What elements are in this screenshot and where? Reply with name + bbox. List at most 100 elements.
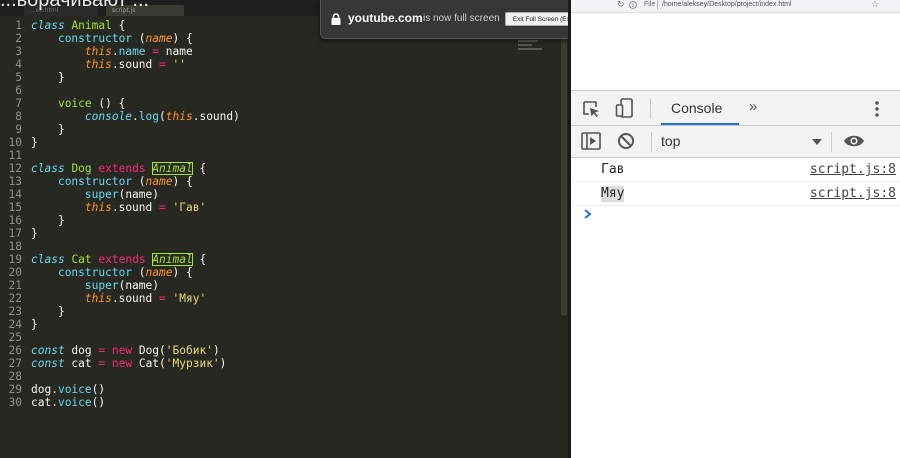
execution-context-select[interactable]: top xyxy=(657,130,823,152)
address-bar[interactable]: ↻ File /home/aleksey/Desktop/project/ind… xyxy=(571,0,900,13)
tab-console[interactable]: Console xyxy=(661,91,739,125)
code-line[interactable]: 9 } xyxy=(0,123,560,136)
more-tabs-chevron-icon[interactable]: » xyxy=(749,98,758,116)
code-line-text: } xyxy=(31,136,38,149)
code-line[interactable]: 22 this.sound = 'Мяу' xyxy=(0,292,560,305)
code-line[interactable]: 11 xyxy=(0,149,560,162)
code-token: name xyxy=(145,175,173,188)
code-token: class xyxy=(31,19,65,32)
line-number: 8 xyxy=(15,110,22,123)
code-line[interactable]: 21 super(name) xyxy=(0,279,560,292)
video-title-overlay: ...ворачивают ... xyxy=(0,0,150,11)
code-line[interactable]: 12 class Dog extends Animal { xyxy=(0,162,560,175)
url-path[interactable]: /home/aleksey/Desktop/project/index.html xyxy=(662,0,792,10)
code-line-text: this.sound = '' xyxy=(31,58,186,71)
more-options-icon[interactable] xyxy=(875,100,879,118)
code-line[interactable]: 24} xyxy=(0,318,560,331)
device-toolbar-icon[interactable] xyxy=(615,98,635,118)
console-message-text: Мяу xyxy=(601,186,625,202)
code-line[interactable]: 6 xyxy=(0,84,560,97)
toolbar-separator xyxy=(831,132,832,152)
line-number: 22 xyxy=(8,292,22,305)
code-line[interactable]: 27 const cat = new Cat('Мурзик') xyxy=(0,357,560,370)
code-token: (name) xyxy=(118,188,159,201)
code-line[interactable]: 13 constructor (name) { xyxy=(0,175,560,188)
code-line[interactable]: 19 class Cat extends Animal { xyxy=(0,253,560,266)
line-number: 30 xyxy=(8,396,22,409)
code-token: voice xyxy=(57,383,92,396)
code-token: this xyxy=(165,110,193,123)
code-token: cat xyxy=(64,357,99,370)
line-number: 19 xyxy=(8,253,22,266)
execution-context-value: top xyxy=(661,133,681,149)
code-token: ) { xyxy=(172,175,193,188)
code-line[interactable]: 29 dog.voice() xyxy=(0,383,560,396)
console-prompt-chevron-icon[interactable] xyxy=(583,208,593,220)
code-token: .sound xyxy=(111,201,159,214)
lock-icon xyxy=(331,13,341,25)
code-token: .sound) xyxy=(192,110,240,123)
code-line[interactable]: 25 xyxy=(0,331,560,344)
line-number: 5 xyxy=(15,71,22,84)
code-line[interactable]: 16 } xyxy=(0,214,560,227)
reload-icon[interactable]: ↻ xyxy=(617,0,625,10)
code-token: . xyxy=(132,110,139,123)
code-line[interactable]: 18 xyxy=(0,240,560,253)
line-number: 15 xyxy=(8,201,22,214)
code-token: constructor xyxy=(57,266,133,279)
code-token: Dog xyxy=(71,162,92,175)
minimap[interactable] xyxy=(518,40,548,60)
code-token: name xyxy=(159,45,193,58)
code-line-text: cat.voice() xyxy=(31,396,105,409)
code-line[interactable]: 10} xyxy=(0,136,560,149)
code-token: Animal xyxy=(71,19,112,32)
code-line-text: class Animal { xyxy=(31,19,125,32)
clear-console-icon[interactable] xyxy=(617,132,635,150)
console-message-source-link[interactable]: script.js:8 xyxy=(810,186,896,202)
line-number: 28 xyxy=(8,370,22,383)
code-line[interactable]: 4 this.sound = '' xyxy=(0,58,560,71)
fullscreen-domain: youtube.com xyxy=(348,11,423,25)
code-token: ( xyxy=(159,110,166,123)
console-message-source-link[interactable]: script.js:8 xyxy=(810,162,896,178)
page-viewport[interactable] xyxy=(571,13,900,90)
code-line[interactable]: 8 console.log(this.sound) xyxy=(0,110,560,123)
code-line-text: voice () { xyxy=(31,97,125,110)
code-line[interactable]: 28 xyxy=(0,370,560,383)
code-token: class xyxy=(31,253,65,266)
info-icon[interactable] xyxy=(629,1,637,9)
code-token: Animal xyxy=(152,162,193,175)
code-line[interactable]: 17} xyxy=(0,227,560,240)
code-line[interactable]: 14 super(name) xyxy=(0,188,560,201)
code-line[interactable]: 20 constructor (name) { xyxy=(0,266,560,279)
live-expression-eye-icon[interactable] xyxy=(843,133,865,149)
code-token: } xyxy=(31,214,65,227)
code-line[interactable]: 26 const dog = new Dog('Бобик') xyxy=(0,344,560,357)
code-line[interactable]: 15 this.sound = 'Гав' xyxy=(0,201,560,214)
line-number: 23 xyxy=(8,305,22,318)
inspect-element-icon[interactable] xyxy=(582,100,600,118)
code-line-text: class Dog extends Animal { xyxy=(31,162,206,175)
line-number: 6 xyxy=(15,84,22,97)
code-line[interactable]: 7 voice () { xyxy=(0,97,560,110)
code-token: log xyxy=(138,110,160,123)
code-line[interactable]: 23 } xyxy=(0,305,560,318)
code-token: new xyxy=(111,344,133,357)
bookmark-star-icon[interactable]: ☆ xyxy=(871,0,879,10)
code-token: voice xyxy=(57,396,92,409)
code-area[interactable]: 1 class Animal {2 constructor (name) {3 t… xyxy=(0,19,560,409)
code-editor[interactable]: ...ex.html script.js ...ворачивают ... 1… xyxy=(0,0,568,458)
editor-scrollbar[interactable] xyxy=(560,16,568,458)
code-line[interactable]: 5 } xyxy=(0,71,560,84)
editor-scroll-thumb[interactable] xyxy=(561,16,567,316)
code-line[interactable]: 30 cat.voice() xyxy=(0,396,560,409)
console-message: Гав script.js:8 xyxy=(571,158,900,182)
code-line-text: } xyxy=(31,305,65,318)
show-console-sidebar-icon[interactable] xyxy=(581,132,601,150)
line-number: 2 xyxy=(15,32,22,45)
code-line[interactable]: 3 this.name = name xyxy=(0,45,560,58)
code-token: } xyxy=(31,318,38,331)
